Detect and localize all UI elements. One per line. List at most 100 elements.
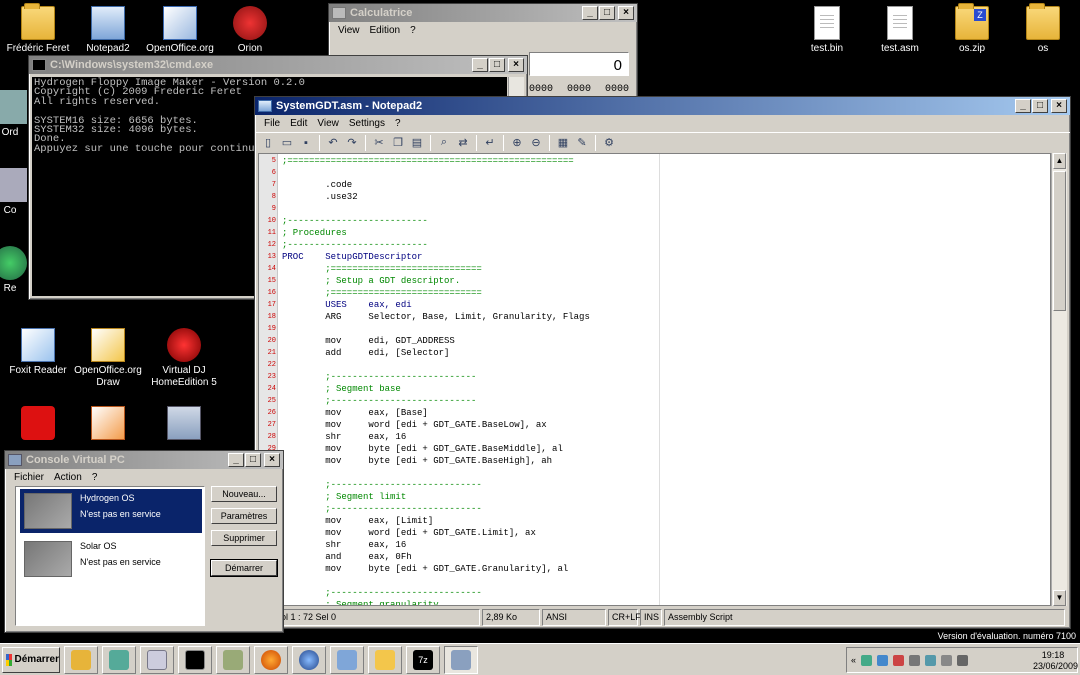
desktop-icon-avira[interactable]: [0, 406, 76, 443]
scheme-icon[interactable]: ▦: [554, 134, 572, 152]
desktop-icon-draw[interactable]: OpenOffice.org Draw: [70, 328, 146, 389]
system-tray: « 19:18 23/06/2009: [846, 647, 1078, 673]
taskbar-virtualpc[interactable]: [444, 645, 478, 674]
menu-file[interactable]: File: [259, 118, 285, 129]
desktop-icon-virtualpc[interactable]: [146, 406, 222, 443]
cut-icon[interactable]: ✂: [370, 134, 388, 152]
desktop-icon-orion[interactable]: Orion: [212, 6, 288, 55]
menu-settings[interactable]: Settings: [344, 118, 390, 129]
start-vm-button[interactable]: Démarrer: [210, 559, 278, 577]
maximize-button[interactable]: □: [489, 58, 505, 72]
desktop-icon-impress[interactable]: [70, 406, 146, 443]
save-icon[interactable]: ▪: [297, 134, 315, 152]
close-button[interactable]: ×: [1051, 99, 1067, 113]
menu-action[interactable]: Action: [49, 472, 87, 483]
undo-icon[interactable]: ↶: [324, 134, 342, 152]
tray-volume-icon[interactable]: [957, 654, 969, 666]
tray-network-icon[interactable]: [861, 654, 873, 666]
menu-help[interactable]: ?: [87, 472, 103, 483]
redo-icon[interactable]: ↷: [343, 134, 361, 152]
calculator-titlebar[interactable]: Calculatrice _ □ ×: [329, 4, 637, 22]
settings-icon[interactable]: ⚙: [600, 134, 618, 152]
find-icon[interactable]: ⌕: [435, 134, 453, 152]
status-eol[interactable]: CR+LF: [608, 609, 641, 626]
customize-icon[interactable]: ✎: [573, 134, 591, 152]
scroll-thumb[interactable]: [1053, 171, 1066, 311]
minimize-button[interactable]: _: [1015, 99, 1031, 113]
scroll-down-arrow[interactable]: ▼: [1053, 590, 1066, 606]
maximize-button[interactable]: □: [599, 6, 615, 20]
menu-help[interactable]: ?: [390, 118, 406, 129]
menu-view[interactable]: View: [312, 118, 344, 129]
taskbar-flashget[interactable]: [368, 645, 402, 674]
menu-view[interactable]: View: [333, 25, 365, 36]
notepad2-title: SystemGDT.asm - Notepad2: [276, 100, 423, 112]
taskbar-network[interactable]: [102, 645, 136, 674]
desktop-icon-foxit[interactable]: Foxit Reader: [0, 328, 76, 377]
taskbar-notepad2[interactable]: [330, 645, 364, 674]
notepad2-titlebar[interactable]: SystemGDT.asm - Notepad2 _ □ ×: [255, 97, 1070, 115]
desktop-icon-os[interactable]: os: [1005, 3, 1080, 55]
maximize-button[interactable]: □: [1032, 99, 1048, 113]
zoom-out-icon[interactable]: ⊖: [527, 134, 545, 152]
menu-help[interactable]: ?: [405, 25, 421, 36]
maximize-button[interactable]: □: [245, 453, 261, 467]
close-button[interactable]: ×: [508, 58, 524, 72]
menu-edit[interactable]: Edit: [285, 118, 312, 129]
new-button[interactable]: Nouveau...: [211, 486, 277, 502]
notepad-icon: [337, 649, 357, 670]
tray-power-icon[interactable]: [941, 654, 953, 666]
menu-fichier[interactable]: Fichier: [9, 472, 49, 483]
vm-list[interactable]: Hydrogen OS N'est pas en service Solar O…: [15, 486, 205, 626]
start-button[interactable]: Démarrer: [2, 646, 60, 673]
desktop-icon-test-asm[interactable]: test.asm: [862, 6, 938, 55]
minimize-button[interactable]: _: [472, 58, 488, 72]
editor-scrollbar[interactable]: ▲ ▼: [1051, 153, 1067, 606]
desktop-icon-test-bin[interactable]: test.bin: [789, 6, 865, 55]
desktop-icon-virtualdj[interactable]: Virtual DJ HomeEdition 5: [146, 328, 222, 389]
clock[interactable]: 19:18 23/06/2009: [1033, 650, 1078, 672]
minimize-button[interactable]: _: [582, 6, 598, 20]
desktop-icon-user[interactable]: Frédéric Feret: [0, 3, 76, 55]
taskbar-firefox[interactable]: [254, 645, 288, 674]
tray-expand-icon[interactable]: «: [851, 655, 856, 665]
new-icon[interactable]: ▯: [259, 134, 277, 152]
tray-security-icon[interactable]: [893, 654, 905, 666]
taskbar-explorer[interactable]: [64, 645, 98, 674]
taskbar-calculator[interactable]: [140, 645, 174, 674]
taskbar-thunderbird[interactable]: [292, 645, 326, 674]
taskbar-7zip[interactable]: 7z: [406, 645, 440, 674]
status-encoding[interactable]: ANSI: [542, 609, 606, 626]
open-icon[interactable]: ▭: [278, 134, 296, 152]
taskbar-tools[interactable]: [216, 645, 250, 674]
scroll-up-arrow[interactable]: ▲: [1053, 153, 1066, 169]
copy-icon[interactable]: ❐: [389, 134, 407, 152]
cmd-titlebar[interactable]: C:\Windows\system32\cmd.exe _ □ ×: [29, 56, 527, 74]
replace-icon[interactable]: ⇄: [454, 134, 472, 152]
virtual-pc-window[interactable]: Console Virtual PC _ □ × Fichier Action …: [4, 450, 284, 633]
settings-button[interactable]: Paramètres: [211, 508, 277, 524]
vpc-titlebar[interactable]: Console Virtual PC _ □ ×: [5, 451, 283, 469]
taskbar-cmd[interactable]: [178, 645, 212, 674]
menu-edition[interactable]: Edition: [365, 25, 406, 36]
tray-device-icon[interactable]: [909, 654, 921, 666]
line-text: [278, 324, 282, 334]
zoom-in-icon[interactable]: ⊕: [508, 134, 526, 152]
minimize-button[interactable]: _: [228, 453, 244, 467]
close-button[interactable]: ×: [618, 6, 634, 20]
delete-button[interactable]: Supprimer: [211, 530, 277, 546]
desktop-icon-notepad2[interactable]: Notepad2: [70, 6, 146, 55]
tray-display-icon[interactable]: [925, 654, 937, 666]
tray-update-icon[interactable]: [877, 654, 889, 666]
vm-item-hydrogen[interactable]: Hydrogen OS N'est pas en service: [20, 489, 202, 533]
status-scheme[interactable]: Assembly Script: [664, 609, 1065, 626]
paste-icon[interactable]: ▤: [408, 134, 426, 152]
desktop-icon-os-zip[interactable]: Z os.zip: [934, 3, 1010, 55]
notepad2-window[interactable]: SystemGDT.asm - Notepad2 _ □ × File Edit…: [254, 96, 1071, 629]
status-ins[interactable]: INS: [640, 609, 662, 626]
wordwrap-icon[interactable]: ↵: [481, 134, 499, 152]
vm-item-solar[interactable]: Solar OS N'est pas en service: [20, 537, 202, 581]
code-editor[interactable]: 5 ;======================================…: [258, 153, 1051, 606]
desktop-icon-openoffice[interactable]: OpenOffice.org: [142, 6, 218, 55]
close-button[interactable]: ×: [264, 453, 280, 467]
